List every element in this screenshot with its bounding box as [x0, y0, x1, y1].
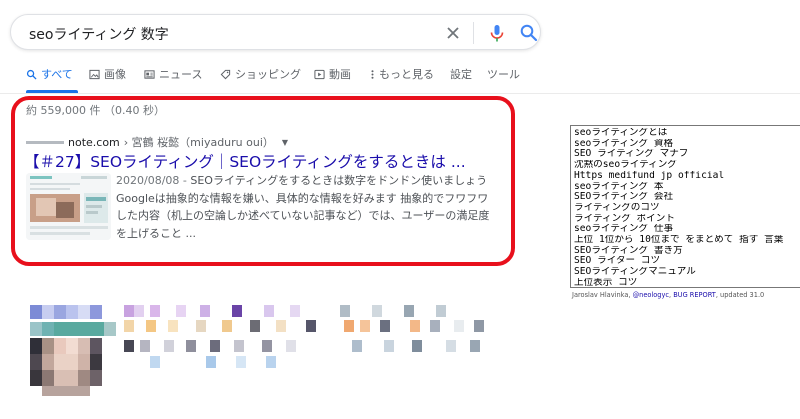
- suggestion-item[interactable]: seoライティング 資格: [574, 139, 798, 150]
- suggestion-item[interactable]: ライティングのコツ: [574, 203, 798, 214]
- image-icon: [89, 69, 100, 79]
- tab-settings[interactable]: 設定: [450, 66, 472, 82]
- thumbnail-image: [26, 173, 111, 240]
- credit-handle-link[interactable]: @neologyc: [633, 291, 669, 299]
- suggestion-item[interactable]: 沈黙のseoライティング: [574, 160, 798, 171]
- divider: [473, 22, 474, 44]
- video-icon: [314, 69, 325, 79]
- result-thumbnail[interactable]: [26, 173, 111, 240]
- news-icon: [144, 69, 155, 79]
- suggestion-item[interactable]: SEOライティング 書き方: [574, 246, 798, 257]
- mosaic-block-middle: [124, 305, 316, 368]
- credit-prefix: Jaroslav Hlavinka,: [572, 291, 633, 299]
- result-breadcrumb: › 宮鶴 桜懿（miyaduru oui）: [123, 136, 274, 149]
- suggestion-item[interactable]: Https medifund jp official: [574, 171, 798, 182]
- search-icon[interactable]: [519, 23, 539, 43]
- more-vert-icon: [371, 69, 374, 79]
- tab-label: ショッピング: [235, 68, 301, 81]
- result-date: 2020/08/08 -: [116, 174, 191, 187]
- suggestion-item[interactable]: SEO ライティング マナブ: [574, 149, 798, 160]
- tab-more[interactable]: もっと見る: [370, 66, 434, 82]
- suggestion-item[interactable]: ライティング ポイント: [574, 214, 798, 225]
- clear-icon[interactable]: [443, 23, 463, 43]
- suggestion-item[interactable]: SEO ライター コツ: [574, 256, 798, 267]
- search-box[interactable]: seoライティング 数字: [10, 14, 541, 50]
- snippet-line: Googleは抽象的な情報を嫌い、具体的な情報を好みます 抽象的でフワフワ: [116, 191, 489, 205]
- extension-credit: Jaroslav Hlavinka, @neologyc, BUG REPORT…: [572, 291, 764, 299]
- mosaic-block-left: [30, 305, 116, 396]
- tab-label: 設定: [450, 68, 472, 81]
- suggestion-item[interactable]: seoライティング 仕事: [574, 224, 798, 235]
- snippet-line: した内容（机上の空論しか述べていない記事など）では、ユーザーの満足度: [116, 209, 490, 222]
- search-input[interactable]: seoライティング 数字: [29, 24, 169, 44]
- suggestion-item[interactable]: 上位 1位から 10位まで をまとめて 指す 言葉: [574, 235, 798, 246]
- result-title-link[interactable]: 【＃27】SEOライティング｜SEOライティングをするときは ...: [24, 150, 466, 172]
- tab-label: 動画: [329, 68, 351, 81]
- tab-label: すべて: [41, 68, 73, 81]
- tab-images[interactable]: 画像: [89, 66, 126, 82]
- mosaic-block-right: [340, 305, 484, 352]
- tab-label: ツール: [487, 68, 520, 81]
- related-keywords-panel: seoライティングとは seoライティング 資格 SEO ライティング マナブ …: [570, 125, 800, 288]
- tag-icon: [220, 69, 231, 79]
- tab-label: 画像: [104, 68, 126, 81]
- snippet-line: を上げること ...: [116, 226, 196, 240]
- snippet-line: SEOライティングをするときは数字をドンドン使いましょう: [190, 174, 488, 187]
- credit-suffix: , updated 31.0: [715, 291, 765, 299]
- tab-label: ニュース: [159, 68, 203, 81]
- result-url[interactable]: note.com › 宮鶴 桜懿（miyaduru oui） ▼: [26, 134, 288, 150]
- tab-videos[interactable]: 動画: [314, 66, 351, 82]
- tab-label: もっと見る: [379, 68, 434, 81]
- suggestion-item[interactable]: SEOライティングマニュアル: [574, 267, 798, 278]
- site-favicon-placeholder: [26, 140, 64, 144]
- tab-all[interactable]: すべて: [26, 66, 73, 82]
- tab-shopping[interactable]: ショッピング: [220, 66, 301, 82]
- suggestion-item[interactable]: seoライティングとは: [574, 128, 798, 139]
- bug-report-link[interactable]: BUG REPORT: [673, 291, 716, 299]
- result-snippet: 2020/08/08 - SEOライティングをするときは数字をドンドン使いましょ…: [116, 172, 496, 242]
- suggestion-item[interactable]: SEOライティング 会社: [574, 192, 798, 203]
- tab-news[interactable]: ニュース: [144, 66, 202, 82]
- suggestion-item[interactable]: 上位表示 コツ: [574, 278, 798, 289]
- search-icon: [26, 69, 37, 80]
- suggestion-item[interactable]: seoライティング 本: [574, 182, 798, 193]
- tabs-divider: [0, 93, 800, 94]
- caret-down-icon[interactable]: ▼: [282, 138, 288, 147]
- microphone-icon[interactable]: [487, 23, 507, 43]
- tab-tools[interactable]: ツール: [487, 66, 520, 82]
- result-domain: note.com: [68, 135, 120, 149]
